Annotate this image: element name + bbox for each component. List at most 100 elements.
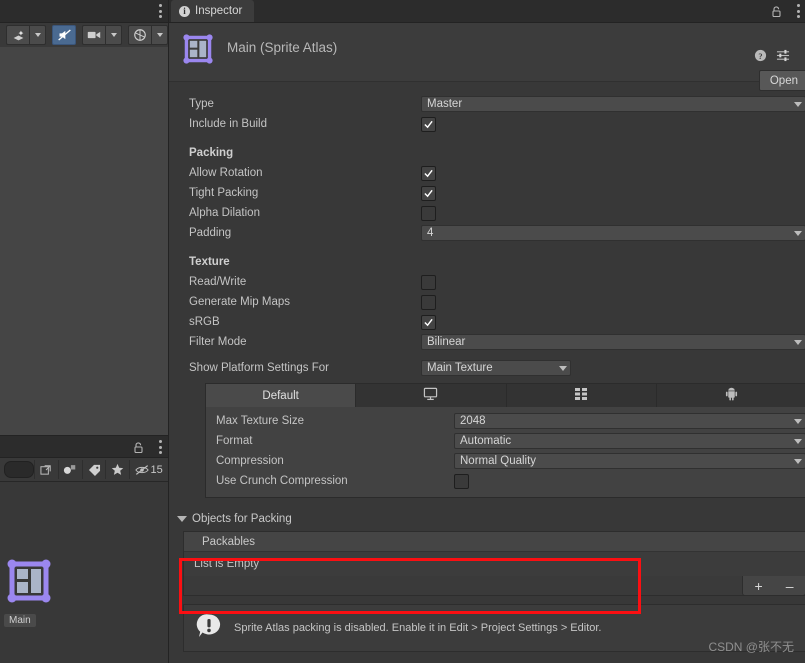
chevron-down-icon <box>794 458 802 464</box>
warning-message: Sprite Atlas packing is disabled. Enable… <box>234 622 602 634</box>
read-write-checkbox[interactable] <box>421 274 436 290</box>
tight-packing-checkbox[interactable] <box>421 185 436 201</box>
gizmos-dropdown-arrow[interactable] <box>151 25 168 45</box>
monitor-glyph <box>424 387 438 401</box>
favorite-star-icon[interactable] <box>105 460 129 479</box>
preset-settings-icon[interactable] <box>776 49 790 62</box>
lighting-toggle-group[interactable] <box>6 25 46 45</box>
inspector-header: Main (Sprite Atlas) ? Open <box>169 23 805 91</box>
srgb-checkbox[interactable] <box>421 314 436 330</box>
remove-packable-button[interactable]: – <box>786 578 794 594</box>
help-icon[interactable]: ? <box>754 49 767 62</box>
filter-mode-dropdown[interactable]: Bilinear <box>421 334 805 350</box>
svg-text:?: ? <box>758 52 762 61</box>
scene-panel-tabbar <box>0 0 168 23</box>
chevron-down-icon <box>34 33 41 37</box>
property-label: Use Crunch Compression <box>216 475 348 487</box>
property-row-read-write: Read/Write <box>169 272 805 292</box>
platform-settings-box: Default Max Texture Size 2048 Format Aut… <box>205 383 805 498</box>
property-row-filter-mode: Filter Mode Bilinear <box>169 332 805 352</box>
max-texture-size-dropdown[interactable]: 2048 <box>454 413 805 429</box>
include-in-build-checkbox[interactable] <box>421 116 436 132</box>
asset-item-main[interactable]: Main <box>4 556 58 628</box>
gizmos-icon[interactable] <box>128 25 151 45</box>
chevron-down-icon <box>110 33 117 37</box>
platform-tab-webgl[interactable] <box>506 384 657 407</box>
lighting-dropdown-arrow[interactable] <box>29 25 46 45</box>
property-row-allow-rotation: Allow Rotation <box>169 163 805 183</box>
project-asset-grid[interactable]: Main <box>0 482 168 663</box>
kebab-menu-icon[interactable] <box>797 4 800 18</box>
platform-tab-default[interactable]: Default <box>206 384 357 407</box>
sprite-atlas-icon <box>181 32 215 66</box>
property-label: Padding <box>189 227 232 239</box>
add-packable-button[interactable]: + <box>755 578 763 594</box>
property-label: Type <box>189 98 214 110</box>
platform-settings-rows: Max Texture Size 2048 Format Automatic C… <box>206 407 805 497</box>
property-row-srgb: sRGB <box>169 312 805 332</box>
section-header-texture: Texture <box>169 252 805 272</box>
android-robot-icon <box>725 387 738 404</box>
inspector-panel: i Inspector Main (Sprite Atlas) ? Open T… <box>168 0 805 663</box>
lighting-icon[interactable] <box>6 25 29 45</box>
android-glyph <box>725 387 737 401</box>
property-row-padding: Padding 4 <box>169 223 805 243</box>
preset-glyph <box>776 49 790 62</box>
chevron-down-icon <box>794 418 802 424</box>
tab-inspector[interactable]: i Inspector <box>171 0 255 22</box>
max-texture-size-value: 2048 <box>460 415 486 427</box>
property-label: Alpha Dilation <box>189 207 260 219</box>
lock-icon[interactable] <box>133 441 144 454</box>
hidden-count-badge[interactable]: 15 <box>129 460 168 479</box>
property-row-type: Type Master <box>169 94 805 114</box>
sprite-glyph <box>64 465 76 474</box>
property-row-use-crunch-compression: Use Crunch Compression <box>206 471 805 491</box>
kebab-menu-icon[interactable] <box>159 440 162 454</box>
property-label: Show Platform Settings For <box>189 362 329 374</box>
lock-icon[interactable] <box>771 5 782 18</box>
generate-mip-maps-checkbox[interactable] <box>421 294 436 310</box>
format-dropdown[interactable]: Automatic <box>454 433 805 449</box>
lock-glyph <box>134 442 143 454</box>
webgl-grid-icon <box>574 387 588 404</box>
camera-dropdown-arrow[interactable] <box>105 25 122 45</box>
check-icon <box>424 318 433 326</box>
type-dropdown[interactable]: Master <box>421 96 805 112</box>
section-title: Texture <box>189 256 230 268</box>
use-crunch-compression-checkbox[interactable] <box>454 473 469 489</box>
padding-dropdown[interactable]: 4 <box>421 225 805 241</box>
check-icon <box>424 169 433 177</box>
sprite-atlas-glyph <box>7 559 51 603</box>
scene-view-canvas[interactable] <box>0 47 168 435</box>
camera-toggle-group[interactable] <box>82 25 122 45</box>
objects-for-packing-section: Objects for Packing Packables List is Em… <box>169 510 805 596</box>
allow-rotation-checkbox[interactable] <box>421 165 436 181</box>
camera-icon[interactable] <box>82 25 105 45</box>
gizmos-toggle-group[interactable] <box>128 25 168 45</box>
packables-buttons: + – <box>742 576 805 596</box>
sprite-icon[interactable] <box>58 460 82 479</box>
warning-glyph <box>196 613 221 637</box>
compression-dropdown[interactable]: Normal Quality <box>454 453 805 469</box>
audio-mute-glyph <box>57 29 71 41</box>
kebab-menu-icon[interactable] <box>159 4 162 18</box>
lighting-glyph <box>13 30 23 40</box>
search-input[interactable] <box>4 461 35 478</box>
property-label: Format <box>216 435 253 447</box>
property-label: sRGB <box>189 316 220 328</box>
property-label: Generate Mip Maps <box>189 296 290 308</box>
audio-mute-icon[interactable] <box>52 25 76 45</box>
platform-tab-standalone[interactable] <box>356 384 507 407</box>
platform-tab-android[interactable] <box>656 384 805 407</box>
camera-glyph <box>87 31 101 39</box>
chevron-down-icon <box>794 101 802 107</box>
label-icon[interactable] <box>81 460 106 479</box>
platform-tab-label: Default <box>262 389 299 402</box>
open-in-new-icon[interactable] <box>34 460 58 479</box>
platform-settings-dropdown[interactable]: Main Texture <box>421 360 571 376</box>
alpha-dilation-checkbox[interactable] <box>421 205 436 221</box>
objects-for-packing-foldout[interactable]: Objects for Packing <box>169 510 805 528</box>
tab-inspector-label: Inspector <box>195 5 243 17</box>
